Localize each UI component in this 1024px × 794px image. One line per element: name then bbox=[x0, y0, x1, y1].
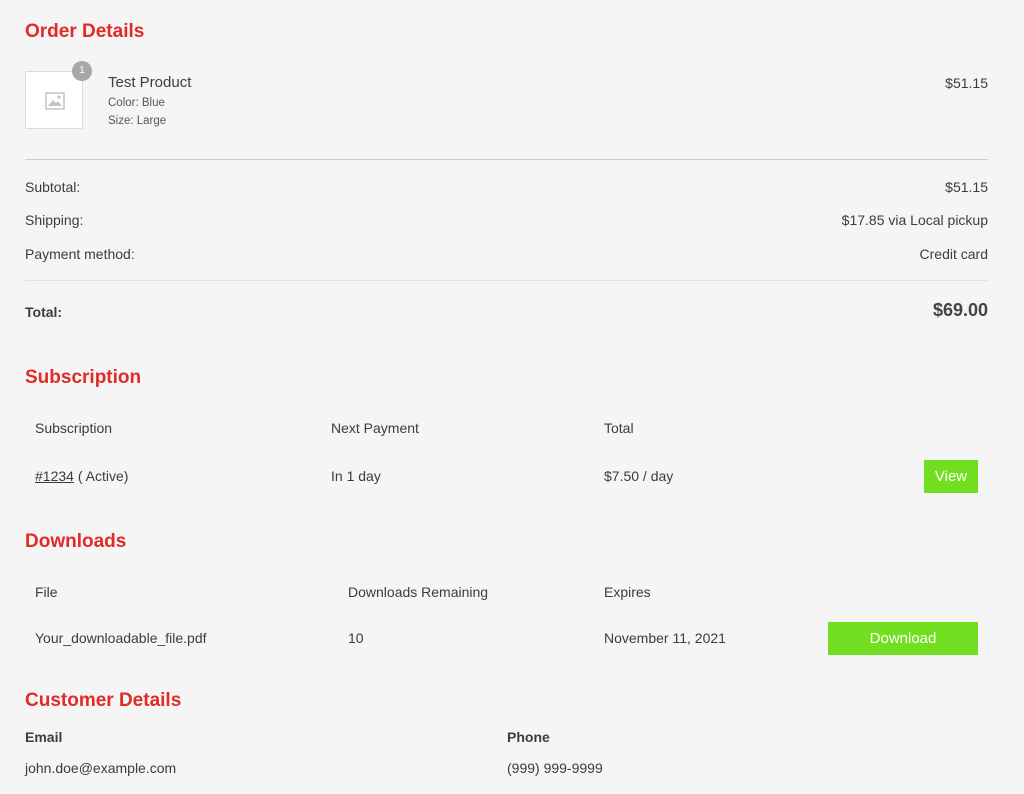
product-thumbnail[interactable] bbox=[25, 71, 83, 129]
subscription-title: Subscription bbox=[25, 367, 142, 388]
total-value: $69.00 bbox=[932, 300, 988, 320]
phone-label: Phone bbox=[507, 729, 550, 745]
downloads-remaining-count: 10 bbox=[348, 630, 364, 646]
phone-value: (999) 999-9999 bbox=[507, 760, 603, 776]
payment-method-value: Credit card bbox=[919, 246, 988, 262]
totals-divider bbox=[25, 280, 988, 281]
subscription-total: $7.50 / day bbox=[604, 468, 674, 484]
download-file-name: Your_downloadable_file.pdf bbox=[35, 630, 207, 646]
email-value: john.doe@example.com bbox=[25, 760, 177, 776]
subscription-row: #1234 ( Active) bbox=[35, 468, 128, 484]
customer-details-title: Customer Details bbox=[25, 690, 182, 711]
quantity-badge: 1 bbox=[72, 61, 92, 81]
product-color: Color: Blue bbox=[108, 97, 165, 109]
subscription-header-total: Total bbox=[604, 420, 634, 436]
order-details-title: Order Details bbox=[25, 21, 145, 42]
download-button[interactable]: Download bbox=[828, 622, 978, 655]
view-subscription-button[interactable]: View bbox=[924, 460, 978, 493]
product-size: Size: Large bbox=[108, 115, 167, 127]
downloads-header-file: File bbox=[35, 584, 58, 600]
downloads-title: Downloads bbox=[25, 531, 127, 552]
shipping-value: $17.85 via Local pickup bbox=[841, 212, 988, 228]
product-price: $51.15 bbox=[945, 75, 988, 91]
email-label: Email bbox=[25, 729, 63, 745]
payment-method-label: Payment method: bbox=[25, 246, 135, 262]
download-expires-date: November 11, 2021 bbox=[604, 630, 726, 646]
product-name: Test Product bbox=[108, 74, 192, 91]
subtotal-value: $51.15 bbox=[945, 179, 988, 195]
downloads-header-remaining: Downloads Remaining bbox=[348, 584, 489, 600]
subscription-id-link[interactable]: #1234 bbox=[35, 468, 74, 484]
image-placeholder-icon bbox=[45, 92, 65, 110]
items-divider bbox=[25, 159, 988, 160]
order-page: Order Details 1 Test Product Color: Blue… bbox=[0, 0, 1024, 794]
shipping-label: Shipping: bbox=[25, 212, 84, 228]
total-label: Total: bbox=[25, 304, 63, 320]
subscription-status: ( Active) bbox=[77, 468, 129, 484]
subscription-next-payment: In 1 day bbox=[331, 468, 381, 484]
subscription-header-subscription: Subscription bbox=[35, 420, 113, 436]
downloads-header-expires: Expires bbox=[604, 584, 651, 600]
subtotal-label: Subtotal: bbox=[25, 179, 81, 195]
subscription-header-next-payment: Next Payment bbox=[331, 420, 419, 436]
